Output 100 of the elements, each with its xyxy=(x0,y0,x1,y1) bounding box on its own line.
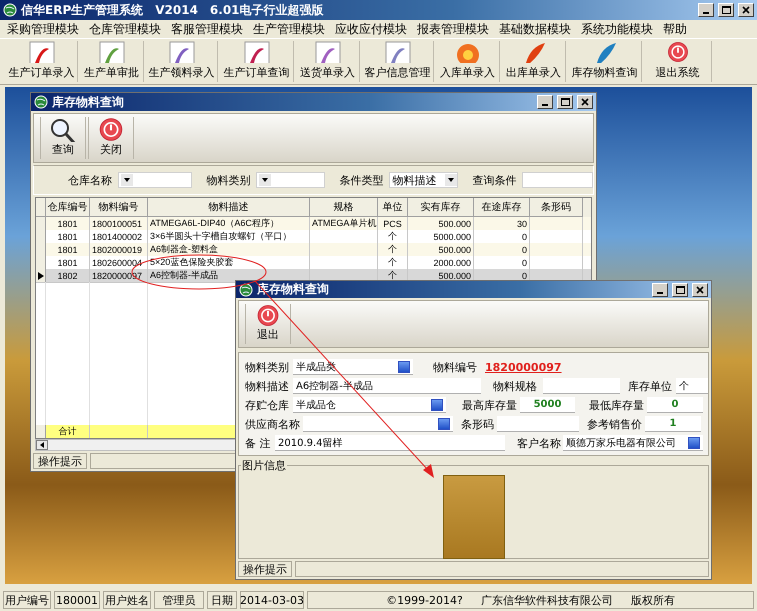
maximize-icon xyxy=(676,286,684,294)
input-field[interactable]: 顺德万家乐电器有限公司 xyxy=(563,435,703,451)
maximize-icon xyxy=(560,98,570,106)
lookup-button[interactable] xyxy=(431,398,443,410)
input-field[interactable] xyxy=(497,416,579,432)
minimize-button[interactable] xyxy=(698,3,714,17)
window-title: 信华ERP生产管理系统 V2014 6.01电子行业超强版 xyxy=(21,2,325,18)
lookup-button[interactable] xyxy=(398,360,410,372)
input-field[interactable]: 2010.9.4留样 xyxy=(275,435,505,451)
lookup-button[interactable] xyxy=(688,436,700,448)
minimize-icon xyxy=(703,12,709,14)
dropdown-field[interactable]: 物料描述 xyxy=(389,172,458,188)
globe-icon xyxy=(3,3,17,17)
close-icon xyxy=(581,98,589,106)
status-label: 用户编号 xyxy=(3,591,51,609)
total-label: 合计 xyxy=(58,425,76,438)
column-header[interactable]: 物料编号 xyxy=(90,198,148,217)
status-value: 管理员 xyxy=(154,591,204,609)
status-text: 广东信华软件科技有限公司 xyxy=(480,592,613,608)
menu-item[interactable]: 客服管理模块 xyxy=(166,20,248,38)
minimize-icon xyxy=(657,292,663,294)
close-icon xyxy=(742,6,750,14)
input-field[interactable]: 1 xyxy=(645,416,701,432)
maximize-button[interactable] xyxy=(718,3,734,17)
status-label: 用户姓名 xyxy=(103,591,151,609)
toolbar-button[interactable]: 生产订单录入 xyxy=(6,41,78,82)
menu-item[interactable]: 生产管理模块 xyxy=(248,20,330,38)
lookup-button[interactable] xyxy=(438,418,450,430)
toolbar-button[interactable]: 出库单录入 xyxy=(502,41,566,82)
maximize-icon xyxy=(722,6,730,14)
status-text: 版权所有 xyxy=(630,592,675,608)
menu-item[interactable]: 应收应付模块 xyxy=(330,20,412,38)
table-row[interactable]: 1801 1800100051 ATMEGA6L-DIP40（A6C程序） ATMEGA单片机 PCS 500.000 30 xyxy=(36,217,591,230)
toolbar-button[interactable]: 送货单录入 xyxy=(296,41,360,82)
status-label: 操作提示 xyxy=(33,453,87,469)
table-cell: 个 xyxy=(388,243,397,256)
document-icon xyxy=(312,41,342,63)
toolbar-button[interactable]: 查询 xyxy=(40,117,86,159)
toolbar-button[interactable]: 退出 xyxy=(245,304,291,344)
globe-icon xyxy=(239,282,253,296)
table-cell: 1801 xyxy=(57,258,78,268)
toolbar-button[interactable]: 入库单录入 xyxy=(436,41,500,82)
column-header[interactable]: 实有库存 xyxy=(408,198,474,217)
column-header[interactable]: 在途库存 xyxy=(474,198,530,217)
field-label: 条形码 xyxy=(461,416,495,432)
close-button[interactable] xyxy=(577,95,593,109)
field-label: 备 注 xyxy=(245,436,272,450)
menu-item[interactable]: 系统功能模块 xyxy=(576,20,658,38)
close-button[interactable] xyxy=(738,3,754,17)
toolbar-button[interactable]: 生产领料录入 xyxy=(146,41,218,82)
toolbar-button[interactable]: 生产订单查询 xyxy=(220,41,294,82)
table-cell: 1802 xyxy=(57,270,78,280)
caret-icon xyxy=(445,174,458,186)
menu-item[interactable]: 仓库管理模块 xyxy=(84,20,166,38)
input-field[interactable] xyxy=(522,172,594,188)
table-row[interactable]: 1801 1802000019 A6制器盒-塑料盒 个 500.000 0 xyxy=(36,243,591,256)
input-field[interactable]: 半成品仓 xyxy=(293,397,446,413)
input-field[interactable]: 个 xyxy=(676,378,708,394)
minimize-button[interactable] xyxy=(537,95,553,109)
field-label: 存贮仓库 xyxy=(245,398,290,412)
table-cell: 个 xyxy=(388,256,397,269)
table-cell: ATMEGA6L-DIP40（A6C程序） xyxy=(150,217,279,230)
row-pointer-icon xyxy=(38,272,44,280)
minimize-button[interactable] xyxy=(652,282,668,296)
input-field[interactable]: 5000 xyxy=(520,397,575,413)
document-icon xyxy=(382,41,412,63)
table-cell: 1800100051 xyxy=(92,218,142,228)
column-header[interactable]: 单位 xyxy=(378,198,408,217)
power-icon xyxy=(97,117,125,142)
column-header[interactable]: 物料描述 xyxy=(148,198,310,217)
close-button[interactable] xyxy=(692,282,708,296)
status-text: ©1999-2014? xyxy=(386,594,463,606)
toolbar-button[interactable]: 客户信息管理 xyxy=(362,41,434,82)
table-cell: 30 xyxy=(516,218,527,228)
toolbar-button[interactable]: 生产单审批 xyxy=(80,41,144,82)
menu-item[interactable]: 帮助 xyxy=(658,20,692,38)
input-field[interactable]: 0 xyxy=(647,397,703,413)
column-header[interactable]: 仓库编号 xyxy=(46,198,90,217)
field-label: 物料规格 xyxy=(493,378,538,394)
menu-item[interactable]: 报表管理模块 xyxy=(412,20,494,38)
table-cell: 1801 xyxy=(57,218,78,228)
column-header[interactable]: 条形码 xyxy=(530,198,583,217)
dropdown-field[interactable] xyxy=(256,172,326,188)
row-header xyxy=(36,425,46,438)
maximize-button[interactable] xyxy=(672,282,688,296)
toolbar-button[interactable]: 库存物料查询 xyxy=(568,41,642,82)
left-arrow-icon xyxy=(40,442,44,448)
field-label: 客户名称 xyxy=(517,436,562,450)
menu-item[interactable]: 基础数据模块 xyxy=(494,20,576,38)
maximize-button[interactable] xyxy=(557,95,573,109)
item-code-link[interactable]: 1820000097 xyxy=(485,360,562,374)
toolbar-button[interactable]: 关闭 xyxy=(88,117,134,159)
input-field[interactable] xyxy=(303,416,453,432)
scroll-left-button[interactable] xyxy=(36,440,48,450)
dropdown-field[interactable] xyxy=(118,172,192,188)
group-title: 图片信息 xyxy=(241,458,287,473)
column-header[interactable]: 规格 xyxy=(310,198,378,217)
input-field[interactable] xyxy=(543,378,620,394)
toolbar-button[interactable]: 退出系统 xyxy=(644,41,712,82)
menu-item[interactable]: 采购管理模块 xyxy=(2,20,84,38)
